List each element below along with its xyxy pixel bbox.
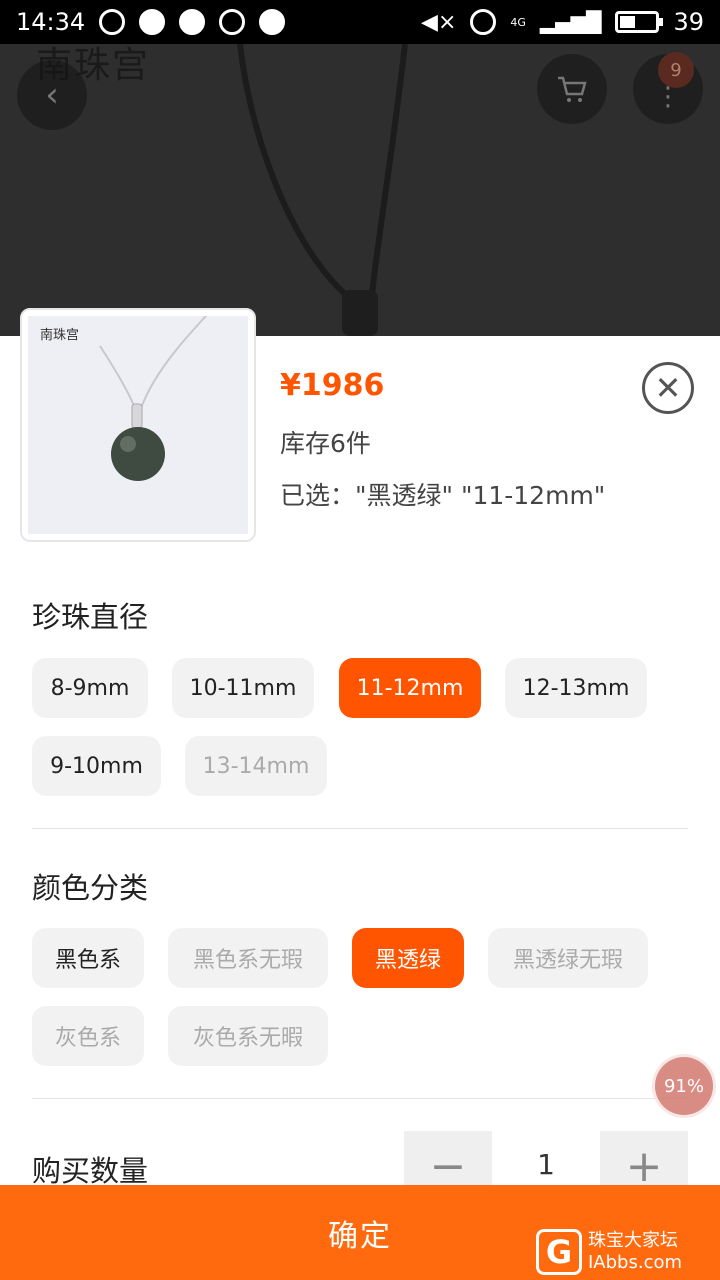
alarm-icon — [470, 9, 497, 35]
notification-icon — [99, 9, 126, 35]
chevron-left-icon: ‹ — [45, 75, 59, 115]
battery-level: 39 — [673, 8, 704, 36]
diameter-option[interactable]: 12-13mm — [505, 658, 647, 718]
diameter-option[interactable]: 8-9mm — [32, 658, 148, 718]
cart-button[interactable] — [537, 54, 607, 124]
diameter-option[interactable]: 9-10mm — [32, 736, 161, 796]
product-thumbnail: 南珠宫 — [20, 308, 256, 542]
cart-count-badge: 9 — [658, 52, 694, 88]
sync-icon — [219, 9, 246, 35]
necklace-chain-image — [237, 44, 408, 336]
watermark-logo: G — [536, 1229, 582, 1275]
stock-count: 库存6件 — [280, 429, 371, 458]
color-option[interactable]: 黑色系 — [32, 928, 144, 988]
color-option-disabled[interactable]: 灰色系 — [32, 1006, 144, 1066]
product-hero-image: 南珠宫 ‹ ⋮ 9 — [0, 44, 720, 336]
chat-icon — [259, 9, 286, 35]
quantity-label: 购买数量 — [32, 1154, 149, 1188]
product-price: ¥1986 — [280, 368, 385, 403]
status-time: 14:34 — [16, 8, 86, 36]
diameter-option-disabled[interactable]: 13-14mm — [185, 736, 327, 796]
diameter-title: 珍珠直径 — [32, 600, 149, 634]
signal-icon: ▂▄▆█ — [539, 10, 602, 34]
baidu-icon — [139, 9, 166, 35]
section-divider — [32, 1098, 688, 1099]
back-button[interactable]: ‹ — [17, 60, 87, 130]
watermark-line2: IAbbs.com — [588, 1252, 683, 1273]
color-option-disabled[interactable]: 黑色系无瑕 — [168, 928, 328, 988]
color-option-disabled[interactable]: 黑透绿无瑕 — [488, 928, 648, 988]
section-divider — [32, 828, 688, 829]
site-watermark: G 珠宝大家坛 IAbbs.com — [536, 1224, 720, 1280]
close-button[interactable]: ✕ — [642, 362, 694, 414]
thumb-brand-logo: 南珠宫 — [40, 328, 80, 343]
color-option-selected[interactable]: 黑透绿 — [352, 928, 464, 988]
diameter-option[interactable]: 10-11mm — [172, 658, 314, 718]
speed-widget[interactable]: 91% — [652, 1054, 716, 1118]
status-bar: 14:34 ◀× 4G ▂▄▆█ 39 — [0, 0, 720, 44]
music-icon — [179, 9, 206, 35]
mute-icon: ◀× — [421, 9, 457, 35]
diameter-option-selected[interactable]: 11-12mm — [339, 658, 481, 718]
close-icon: ✕ — [654, 369, 682, 407]
color-title: 颜色分类 — [32, 871, 149, 905]
quantity-value[interactable]: 1 — [492, 1148, 600, 1181]
battery-icon — [615, 11, 664, 33]
pearl-pendant-icon — [99, 316, 207, 481]
cart-icon — [558, 76, 587, 102]
color-option-disabled[interactable]: 灰色系无暇 — [168, 1006, 328, 1066]
network-label: 4G — [510, 15, 526, 29]
pearl-pendant-image: 南珠宫 — [28, 316, 248, 534]
watermark-line1: 珠宝大家坛 — [588, 1230, 678, 1251]
selected-options: 已选："黑透绿" "11-12mm" — [280, 481, 606, 510]
